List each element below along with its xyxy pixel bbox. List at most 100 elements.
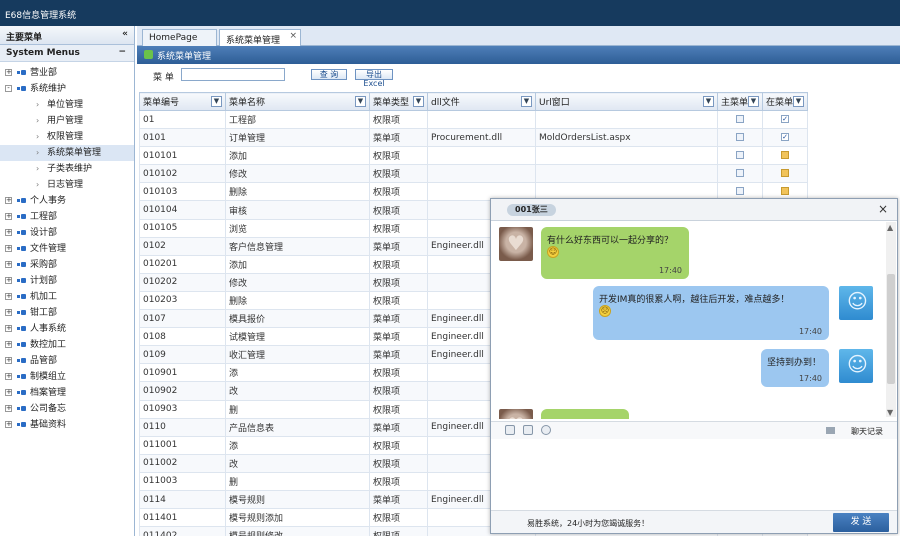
- table-cell: 删除: [225, 290, 370, 311]
- column-menu-icon[interactable]: ▼: [355, 96, 366, 107]
- column-menu-icon[interactable]: ▼: [793, 96, 804, 107]
- column-menu-icon[interactable]: ▼: [211, 96, 222, 107]
- expand-toggle-icon[interactable]: +: [5, 325, 12, 332]
- expand-toggle-icon[interactable]: -: [5, 85, 12, 92]
- checkbox[interactable]: [736, 187, 744, 196]
- sidebar-item[interactable]: + 档案管理: [0, 385, 134, 401]
- chat-history-link[interactable]: 聊天记录: [851, 426, 883, 437]
- edit-icon[interactable]: [781, 169, 789, 178]
- expand-toggle-icon[interactable]: +: [5, 373, 12, 380]
- query-button[interactable]: 查 询: [311, 69, 347, 80]
- table-cell: 产品信息表: [225, 417, 370, 437]
- table-row[interactable]: 010101 添加 权限项: [139, 146, 808, 166]
- sidebar-item[interactable]: + 设计部: [0, 225, 134, 241]
- expand-toggle-icon[interactable]: +: [5, 277, 12, 284]
- sidebar-item[interactable]: + 工程部: [0, 209, 134, 225]
- expand-toggle-icon[interactable]: +: [5, 229, 12, 236]
- table-row[interactable]: 010102 修改 权限项: [139, 164, 808, 184]
- edit-icon[interactable]: [781, 151, 789, 160]
- expand-toggle-icon[interactable]: +: [5, 357, 12, 364]
- column-menu-icon[interactable]: ▼: [521, 96, 532, 107]
- sidebar-item[interactable]: › 用户管理: [0, 113, 134, 129]
- sidebar-item[interactable]: + 基础资料: [0, 417, 134, 433]
- screenshot-icon[interactable]: [523, 425, 533, 435]
- table-row[interactable]: 0101 订单管理 菜单项 Procurement.dll MoldOrdersList…: [139, 128, 808, 148]
- column-menu-icon[interactable]: ▼: [748, 96, 759, 107]
- menu-group-icon: [17, 86, 26, 92]
- sidebar-item[interactable]: + 采购部: [0, 257, 134, 273]
- expand-toggle-icon[interactable]: +: [5, 341, 12, 348]
- table-cell: 0110: [139, 417, 226, 437]
- checkbox[interactable]: [736, 151, 744, 160]
- table-cell: [427, 109, 536, 130]
- table-cell: MoldOrdersList.aspx: [535, 128, 718, 148]
- expand-toggle-icon[interactable]: +: [5, 405, 12, 412]
- expand-toggle-icon[interactable]: +: [5, 261, 12, 268]
- send-button[interactable]: 发 送: [833, 513, 889, 532]
- emoji-icon[interactable]: [505, 425, 515, 435]
- checkbox-checked[interactable]: ✓: [781, 115, 789, 124]
- sidebar-item[interactable]: + 人事系统: [0, 321, 134, 337]
- expand-toggle-icon[interactable]: +: [5, 421, 12, 428]
- sidebar-item[interactable]: › 单位管理: [0, 97, 134, 113]
- column-header[interactable]: 菜单名称 ▼: [225, 92, 370, 111]
- sidebar-item-label: 基础资料: [30, 420, 67, 430]
- expand-toggle-icon[interactable]: +: [5, 213, 12, 220]
- sidebar-item[interactable]: - 系统维护: [0, 81, 134, 97]
- app-title: E68信息管理系统: [5, 11, 77, 21]
- column-header[interactable]: 主菜单 ▼: [717, 92, 763, 111]
- scroll-up-icon[interactable]: ▲: [887, 223, 893, 232]
- sidebar-item[interactable]: › 权限管理: [0, 129, 134, 145]
- close-tab-icon[interactable]: ×: [289, 31, 297, 41]
- sidebar-item[interactable]: + 制模组立: [0, 369, 134, 385]
- sidebar-item[interactable]: + 钳工部: [0, 305, 134, 321]
- sidebar-item-label: 权限管理: [47, 132, 84, 142]
- menu-group-icon: [17, 390, 26, 396]
- scroll-down-icon[interactable]: ▼: [887, 408, 893, 417]
- sidebar-item[interactable]: + 计划部: [0, 273, 134, 289]
- checkbox[interactable]: [736, 169, 744, 178]
- sidebar-item[interactable]: + 数控加工: [0, 337, 134, 353]
- column-header[interactable]: 菜单类型 ▼: [369, 92, 428, 111]
- column-header[interactable]: Url窗口 ▼: [535, 92, 718, 111]
- column-header[interactable]: 在菜单 ▼: [762, 92, 808, 111]
- chat-scrollbar[interactable]: ▲ ▼: [886, 222, 896, 417]
- table-cell: 权限项: [369, 508, 428, 528]
- checkbox[interactable]: [736, 133, 744, 142]
- sidebar-item[interactable]: + 品管部: [0, 353, 134, 369]
- sidebar-item[interactable]: › 子类表维护: [0, 161, 134, 177]
- collapse-sidebar-icon[interactable]: «: [122, 29, 128, 39]
- expand-toggle-icon[interactable]: +: [5, 197, 12, 204]
- edit-icon[interactable]: [781, 187, 789, 196]
- sidebar-item[interactable]: + 公司备忘: [0, 401, 134, 417]
- sidebar-item[interactable]: › 系统菜单管理: [0, 145, 134, 161]
- table-row[interactable]: 01 工程部 权限项 ✓: [139, 109, 808, 130]
- expand-toggle-icon[interactable]: +: [5, 69, 12, 76]
- tab-homepage[interactable]: HomePage: [142, 29, 217, 46]
- menu-search-input[interactable]: [181, 68, 285, 81]
- close-icon[interactable]: ×: [878, 202, 888, 216]
- checkbox-checked[interactable]: ✓: [781, 133, 789, 142]
- export-excel-button[interactable]: 导出Excel: [355, 69, 393, 88]
- chat-history-icon[interactable]: [826, 427, 835, 434]
- minus-icon[interactable]: −: [118, 47, 126, 57]
- scroll-thumb[interactable]: [887, 274, 895, 384]
- column-menu-icon[interactable]: ▼: [703, 96, 714, 107]
- sidebar-item[interactable]: + 营业部: [0, 65, 134, 81]
- checkbox[interactable]: [736, 115, 744, 124]
- column-header[interactable]: dll文件 ▼: [427, 92, 536, 111]
- sidebar-item[interactable]: + 文件管理: [0, 241, 134, 257]
- expand-toggle-icon[interactable]: +: [5, 245, 12, 252]
- chat-input[interactable]: [491, 440, 897, 510]
- system-menus-header[interactable]: System Menus −: [0, 45, 134, 62]
- expand-toggle-icon[interactable]: +: [5, 389, 12, 396]
- sidebar-item[interactable]: + 个人事务: [0, 193, 134, 209]
- attachment-icon[interactable]: [541, 425, 551, 435]
- tab-system-menu-management[interactable]: 系统菜单管理 ×: [219, 29, 301, 47]
- column-header[interactable]: 菜单编号 ▼: [139, 92, 226, 111]
- sidebar-item[interactable]: › 日志管理: [0, 177, 134, 193]
- column-menu-icon[interactable]: ▼: [413, 96, 424, 107]
- sidebar-item[interactable]: + 机加工: [0, 289, 134, 305]
- expand-toggle-icon[interactable]: +: [5, 309, 12, 316]
- expand-toggle-icon[interactable]: +: [5, 293, 12, 300]
